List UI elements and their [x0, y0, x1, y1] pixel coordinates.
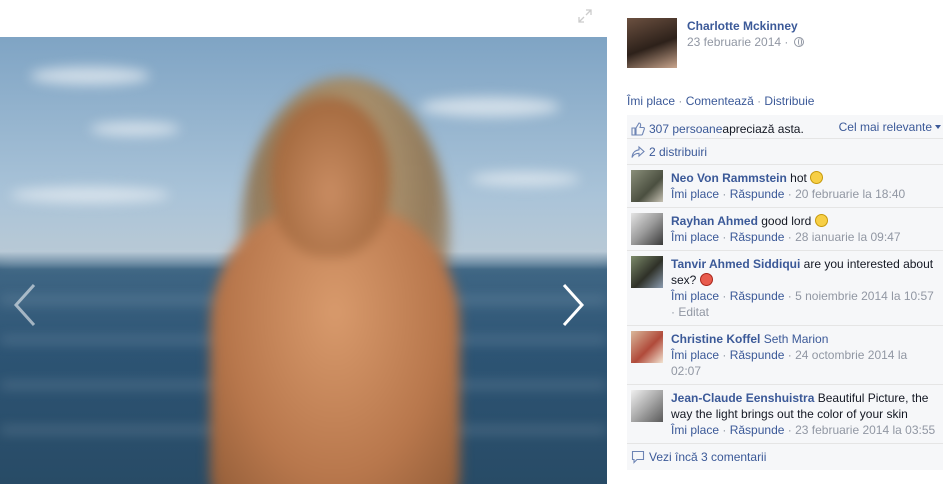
globe-icon: [793, 37, 804, 47]
avatar[interactable]: [627, 18, 677, 68]
comment-like-button[interactable]: Îmi place: [671, 423, 719, 437]
list-item: Jean-Claude Eenshuistra Beautiful Pictur…: [627, 385, 943, 444]
expand-icon[interactable]: [578, 9, 592, 23]
avatar[interactable]: [631, 256, 663, 288]
separator: ·: [675, 94, 686, 108]
comment-author[interactable]: Tanvir Ahmed Siddiqui: [671, 257, 800, 271]
likes-suffix: apreciază asta.: [722, 121, 804, 136]
more-comments-link[interactable]: Vezi încă 3 comentarii: [649, 450, 766, 464]
comment-author[interactable]: Neo Von Rammstein: [671, 171, 787, 185]
like-button[interactable]: Îmi place: [627, 94, 675, 108]
author-name[interactable]: Charlotte Mckinney: [687, 18, 804, 34]
comment-reply-button[interactable]: Răspunde: [730, 289, 785, 303]
chevron-right-icon[interactable]: [558, 282, 588, 328]
surprised-emoji-icon: [814, 214, 828, 227]
likes-count-link[interactable]: 307 persoane: [649, 122, 722, 136]
post-actions: Îmi place · Comentează · Distribuie: [627, 94, 814, 108]
comment-timestamp: · 23 februarie 2014 la 03:55: [784, 423, 936, 437]
comment-author[interactable]: Christine Koffel: [671, 332, 760, 346]
share-icon: [631, 145, 645, 158]
post-panel: Charlotte Mckinney 23 februarie 2014 · Î…: [607, 0, 943, 484]
comment-reply-button[interactable]: Răspunde: [730, 230, 785, 244]
likes-summary: 307 persoane apreciază asta. Cel mai rel…: [627, 115, 943, 139]
comment-like-button[interactable]: Îmi place: [671, 348, 719, 362]
avatar[interactable]: [631, 390, 663, 422]
photo[interactable]: [0, 37, 607, 484]
sort-dropdown[interactable]: Cel mai relevante: [839, 120, 941, 134]
avatar[interactable]: [631, 213, 663, 245]
list-item: Christine Koffel Seth Marion Îmi place ·…: [627, 326, 943, 385]
comment-reply-button[interactable]: Răspunde: [730, 187, 785, 201]
post-header: Charlotte Mckinney 23 februarie 2014 ·: [627, 18, 804, 68]
photo-image: [0, 37, 607, 484]
comment-text: good lord: [757, 214, 815, 228]
comment-timestamp: · 20 februarie la 18:40: [784, 187, 906, 201]
smile-emoji-icon: [810, 171, 824, 184]
photo-viewer: [0, 0, 607, 484]
avatar[interactable]: [631, 331, 663, 363]
shares-summary: 2 distribuiri: [627, 139, 943, 165]
post-date-text: 23 februarie 2014 ·: [687, 35, 792, 49]
list-item: Rayhan Ahmed good lord Îmi place · Răspu…: [627, 208, 943, 251]
separator: ·: [753, 94, 765, 108]
list-item: Tanvir Ahmed Siddiqui are you interested…: [627, 251, 943, 326]
comment-author[interactable]: Rayhan Ahmed: [671, 214, 758, 228]
comment-button[interactable]: Comentează: [686, 94, 754, 108]
feedback-box: 307 persoane apreciază asta. Cel mai rel…: [627, 115, 943, 470]
comment-reply-button[interactable]: Răspunde: [730, 423, 785, 437]
comment-timestamp: · 28 ianuarie la 09:47: [784, 230, 901, 244]
share-button[interactable]: Distribuie: [764, 94, 814, 108]
shares-link[interactable]: 2 distribuiri: [649, 145, 707, 159]
comment-like-button[interactable]: Îmi place: [671, 289, 719, 303]
comment-author[interactable]: Jean-Claude Eenshuistra: [671, 391, 814, 405]
comment-reply-button[interactable]: Răspunde: [730, 348, 785, 362]
comment-like-button[interactable]: Îmi place: [671, 230, 719, 244]
comment-icon: [631, 450, 645, 464]
comment-text: hot: [786, 171, 811, 185]
list-item: Neo Von Rammstein hot Îmi place · Răspun…: [627, 165, 943, 208]
devil-emoji-icon: [699, 273, 713, 286]
more-comments-row: Vezi încă 3 comentarii: [627, 444, 943, 470]
comment-like-button[interactable]: Îmi place: [671, 187, 719, 201]
avatar[interactable]: [631, 170, 663, 202]
comment-mention[interactable]: Seth Marion: [764, 332, 829, 346]
chevron-left-icon[interactable]: [10, 282, 40, 328]
post-date[interactable]: 23 februarie 2014 ·: [687, 34, 804, 50]
thumbs-up-icon: [631, 121, 645, 136]
